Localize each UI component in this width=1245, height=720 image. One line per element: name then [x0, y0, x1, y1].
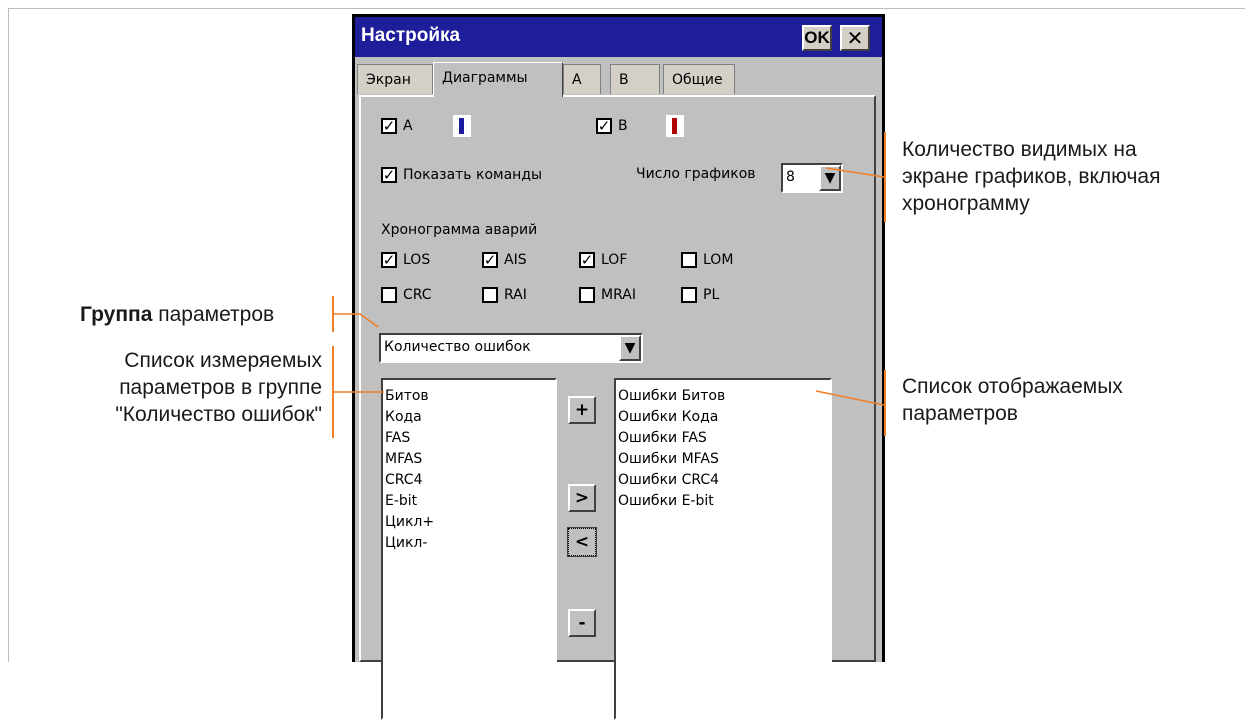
- tab-charts[interactable]: Диаграммы: [433, 62, 563, 97]
- callout-lines: [334, 167, 885, 406]
